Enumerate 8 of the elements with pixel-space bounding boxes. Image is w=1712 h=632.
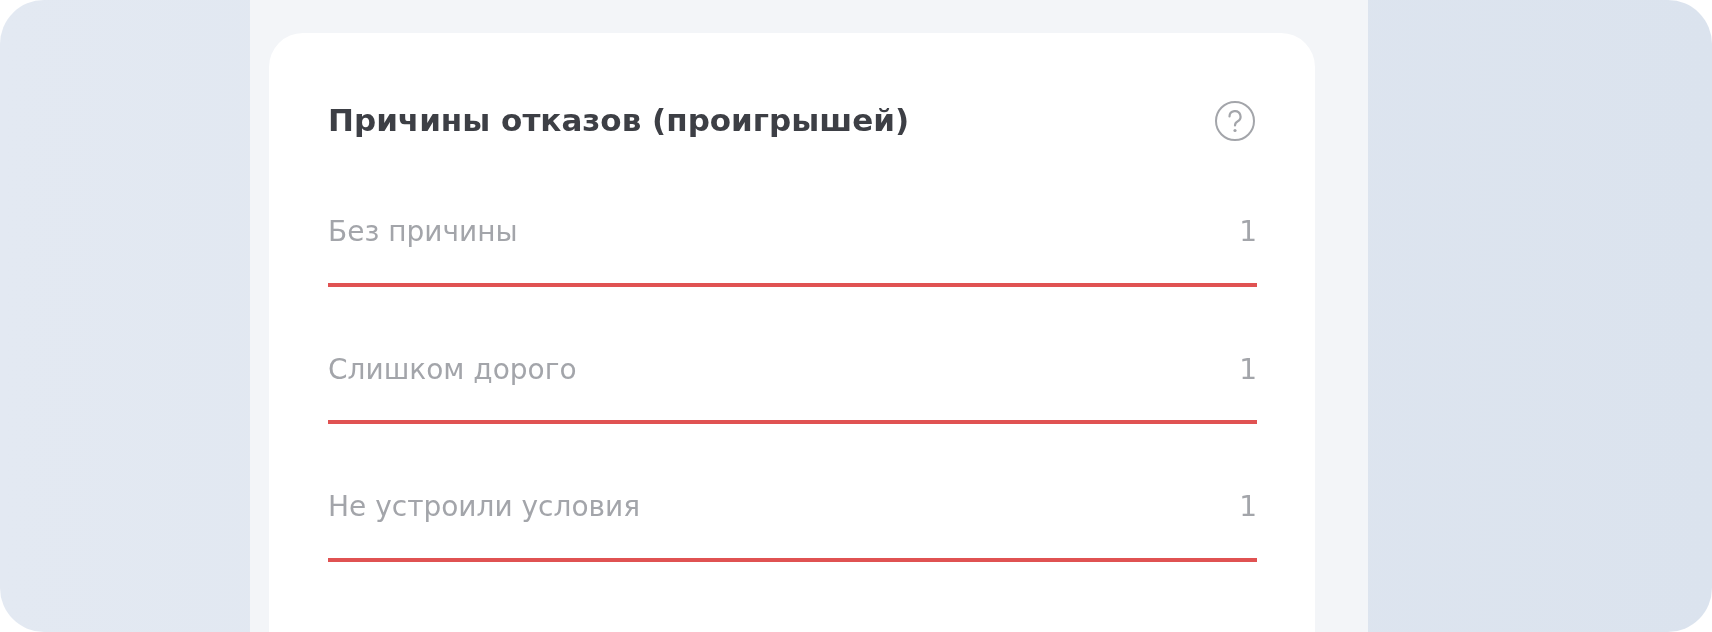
reason-count: 1 bbox=[1239, 352, 1257, 387]
reason-label: Без причины bbox=[328, 215, 518, 249]
help-icon[interactable] bbox=[1213, 99, 1257, 143]
reason-count: 1 bbox=[1239, 490, 1257, 524]
card-title: Причины отказов (проигрышей) bbox=[328, 102, 910, 140]
reason-label: Слишком дорого bbox=[328, 352, 577, 387]
reason-label: Не устроили условия bbox=[328, 490, 641, 524]
reason-count: 1 bbox=[1239, 215, 1257, 249]
